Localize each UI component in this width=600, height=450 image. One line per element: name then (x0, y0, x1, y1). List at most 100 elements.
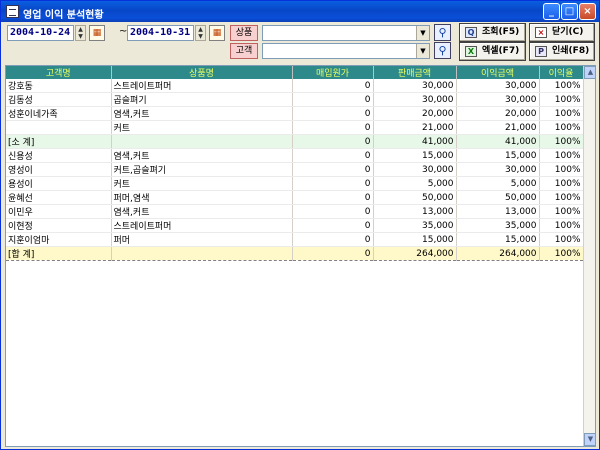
cell-product: 스트레이트퍼머 (111, 79, 293, 93)
calendar-from-button[interactable]: ▦ (89, 25, 105, 41)
product-search-button[interactable]: ⚲ (434, 24, 451, 41)
col-header-product[interactable]: 상품명 (111, 66, 293, 79)
close-icon: × (535, 27, 547, 38)
data-table: 고객명 상품명 매입원가 판매금액 이익금액 이익율 강호동 스트레이트퍼머 0 30… (6, 66, 584, 261)
cell-customer: 용성이 (6, 176, 112, 191)
date-to-input[interactable]: 2004-10-31 (127, 25, 194, 41)
scroll-up-icon[interactable]: ▲ (584, 66, 595, 79)
cell-sales: 264,000 (373, 246, 457, 261)
cell-profit: 13,000 (456, 204, 540, 219)
vertical-scrollbar[interactable]: ▲ ▼ (583, 66, 595, 446)
col-header-profit[interactable]: 이익금액 (456, 66, 540, 79)
table-body: 강호동 스트레이트퍼머 0 30,000 30,000 100% 김동성 곱슬펴기 0 30,00… (6, 79, 584, 261)
close-button[interactable]: × 닫기(C) (529, 23, 595, 42)
cell-product: 스트레이트퍼머 (111, 218, 293, 233)
profit-analysis-grid[interactable]: 고객명 상품명 매입원가 판매금액 이익금액 이익율 강호동 스트레이트퍼머 0 30… (5, 65, 596, 447)
cell-product (111, 246, 293, 261)
cell-cost: 0 (292, 120, 374, 135)
cell-profit: 50,000 (456, 190, 540, 205)
cell-product: 퍼머,염색 (111, 190, 293, 205)
chevron-down-icon[interactable]: ▼ (416, 26, 429, 40)
cell-product (111, 134, 293, 149)
cell-customer: 영성이 (6, 162, 112, 177)
excel-button[interactable]: X 엑셀(F7) (459, 42, 526, 61)
cell-cost: 0 (292, 106, 374, 121)
table-row[interactable]: 지훈이엄마 퍼머 0 15,000 15,000 100% (6, 232, 584, 247)
cell-sales: 5,000 (373, 176, 457, 191)
cell-sales: 15,000 (373, 148, 457, 163)
cell-margin: 100% (539, 120, 584, 135)
total-row[interactable]: [합 계] 0 264,000 264,000 100% (6, 246, 584, 261)
cell-customer: 지훈이엄마 (6, 232, 112, 247)
main-window: 영업 이익 분석현황 _ □ × 2004-10-24 ▲ ▼ ▦ ~ 2004-… (0, 0, 600, 450)
cell-customer: 이현정 (6, 218, 112, 233)
scroll-down-icon[interactable]: ▼ (584, 433, 595, 446)
calendar-to-button[interactable]: ▦ (209, 25, 225, 41)
cell-customer: [소 계] (6, 134, 112, 149)
cell-cost: 0 (292, 148, 374, 163)
minimize-button[interactable]: _ (543, 3, 560, 20)
table-row[interactable]: 커트 0 21,000 21,000 100% (6, 120, 584, 135)
date-from-spinner[interactable]: ▲ ▼ (75, 25, 86, 41)
excel-button-label: 엑셀(F7) (482, 46, 520, 56)
cell-cost: 0 (292, 176, 374, 191)
cell-cost: 0 (292, 218, 374, 233)
cell-product: 염색,커트 (111, 204, 293, 219)
table-row[interactable]: 용성이 커트 0 5,000 5,000 100% (6, 176, 584, 191)
query-button-label: 조회(F5) (482, 27, 520, 37)
spin-down-icon[interactable]: ▼ (196, 33, 205, 40)
cell-product: 염색,커트 (111, 148, 293, 163)
window-title: 영업 이익 분석현황 (23, 10, 104, 21)
cell-customer: 강호동 (6, 79, 112, 93)
table-row[interactable]: 윤혜선 퍼머,염색 0 50,000 50,000 100% (6, 190, 584, 205)
chevron-down-icon[interactable]: ▼ (416, 44, 429, 58)
filter-toolbar: 2004-10-24 ▲ ▼ ▦ ~ 2004-10-31 ▲ ▼ ▦ 상품 ▼ ⚲… (2, 22, 598, 63)
table-row[interactable]: 이현정 스트레이트퍼머 0 35,000 35,000 100% (6, 218, 584, 233)
cell-profit: 30,000 (456, 162, 540, 177)
table-row[interactable]: 강호동 스트레이트퍼머 0 30,000 30,000 100% (6, 79, 584, 93)
col-header-sales[interactable]: 판매금액 (373, 66, 457, 79)
cell-sales: 30,000 (373, 79, 457, 93)
cell-sales: 35,000 (373, 218, 457, 233)
cell-customer: 김동성 (6, 92, 112, 107)
cell-customer: [합 계] (6, 246, 112, 261)
customer-combo[interactable]: ▼ (262, 43, 430, 59)
title-bar[interactable]: 영업 이익 분석현황 _ □ × (1, 1, 599, 22)
customer-search-button[interactable]: ⚲ (434, 42, 451, 59)
product-label-button[interactable]: 상품 (230, 25, 258, 41)
cell-product: 곱슬펴기 (111, 92, 293, 107)
table-row[interactable]: 김동성 곱슬펴기 0 30,000 30,000 100% (6, 92, 584, 107)
date-from-input[interactable]: 2004-10-24 (7, 25, 74, 41)
close-window-button[interactable]: × (579, 3, 596, 20)
table-row[interactable]: 영성이 커트,곱슬펴기 0 30,000 30,000 100% (6, 162, 584, 177)
cell-margin: 100% (539, 190, 584, 205)
cell-cost: 0 (292, 162, 374, 177)
date-to-spinner[interactable]: ▲ ▼ (195, 25, 206, 41)
subtotal-row[interactable]: [소 계] 0 41,000 41,000 100% (6, 134, 584, 149)
customer-label-button[interactable]: 고객 (230, 43, 258, 59)
maximize-button[interactable]: □ (561, 3, 578, 20)
col-header-customer[interactable]: 고객명 (6, 66, 112, 79)
cell-profit: 30,000 (456, 92, 540, 107)
col-header-cost[interactable]: 매입원가 (292, 66, 374, 79)
cell-product: 염색,커트 (111, 106, 293, 121)
cell-margin: 100% (539, 246, 584, 261)
excel-icon: X (465, 46, 477, 57)
table-row[interactable]: 이민우 염색,커트 0 13,000 13,000 100% (6, 204, 584, 219)
cell-sales: 30,000 (373, 92, 457, 107)
col-header-margin[interactable]: 이익율 (539, 66, 584, 79)
table-row[interactable]: 성훈이네가족 염색,커트 0 20,000 20,000 100% (6, 106, 584, 121)
cell-profit: 20,000 (456, 106, 540, 121)
print-button[interactable]: P 인쇄(F8) (529, 42, 595, 61)
cell-sales: 15,000 (373, 232, 457, 247)
cell-cost: 0 (292, 134, 374, 149)
cell-profit: 5,000 (456, 176, 540, 191)
spin-up-icon[interactable]: ▲ (196, 26, 205, 33)
cell-profit: 15,000 (456, 232, 540, 247)
spin-up-icon[interactable]: ▲ (76, 26, 85, 33)
cell-customer: 성훈이네가족 (6, 106, 112, 121)
product-combo[interactable]: ▼ (262, 25, 430, 41)
spin-down-icon[interactable]: ▼ (76, 33, 85, 40)
query-button[interactable]: Q 조회(F5) (459, 23, 526, 42)
table-row[interactable]: 신용성 염색,커트 0 15,000 15,000 100% (6, 148, 584, 163)
